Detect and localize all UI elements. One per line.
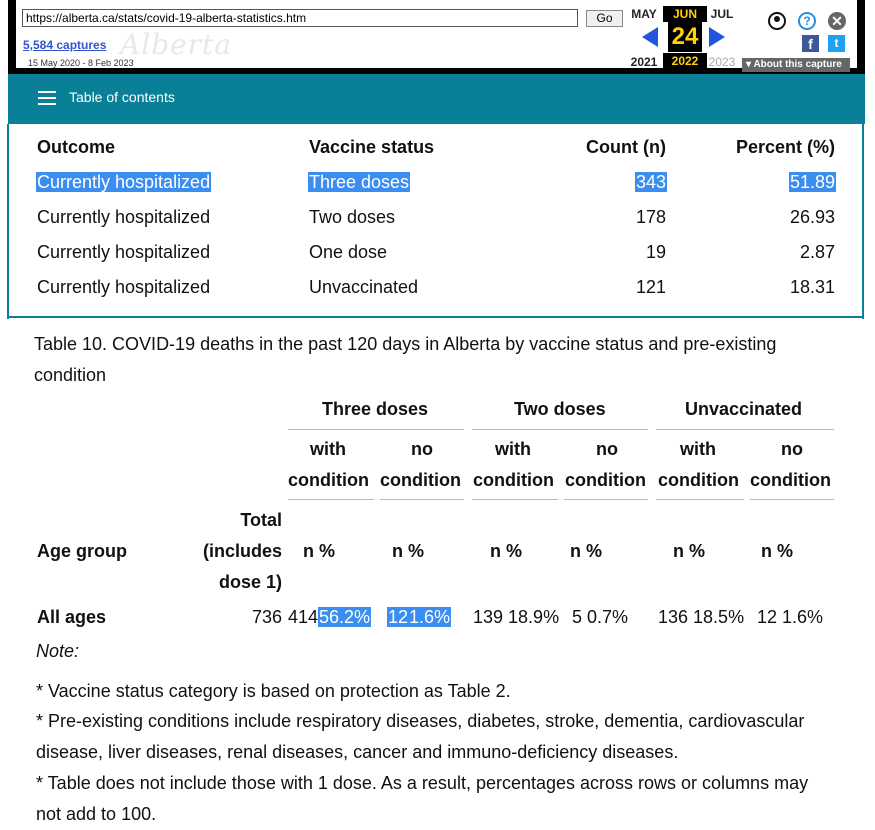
next-capture-arrow-icon[interactable] <box>709 27 725 47</box>
subheader-underline <box>288 499 374 500</box>
subheader-with: with <box>310 439 346 459</box>
about-capture-button[interactable]: ▾ About this capture <box>742 58 850 72</box>
col-header-age-group: Age group <box>37 541 127 561</box>
cell-count: 19 <box>645 242 666 262</box>
cell-three-with-pct: 56.2% <box>318 607 372 627</box>
group-underline <box>472 429 648 430</box>
subheader-underline <box>380 499 464 500</box>
subheader-no: no <box>411 439 433 459</box>
subheader-underline <box>750 499 834 500</box>
toolbar-border-right <box>857 0 865 80</box>
col-header-outcome: Outcome <box>37 137 116 157</box>
cell-vaccine-status: Three doses <box>308 172 411 192</box>
col-header-n-pct: n % <box>303 541 336 561</box>
toolbar-border-left <box>8 0 16 80</box>
cell-percent: 51.89 <box>788 172 836 192</box>
close-icon[interactable]: ✕ <box>828 12 846 30</box>
note-item: * Vaccine status category is based on pr… <box>36 681 511 701</box>
col-header-percent: Percent (%) <box>735 137 835 157</box>
subheader-no: no <box>781 439 803 459</box>
col-header-n-pct: n % <box>392 541 425 561</box>
note-label: Note: <box>36 641 80 661</box>
group-header-three-doses: Three doses <box>322 399 429 419</box>
user-icon[interactable] <box>768 12 786 30</box>
subheader-condition: condition <box>288 470 369 490</box>
cell-outcome: Currently hospitalized <box>36 172 212 192</box>
note-item: * Pre-existing conditions include respir… <box>36 711 805 762</box>
cell-percent: 26.93 <box>789 207 835 227</box>
next-year-label: 2023 <box>708 55 736 69</box>
twitter-icon[interactable]: t <box>828 35 845 52</box>
cell-vaccine-status: Two doses <box>309 207 396 227</box>
col-header-n-pct: n % <box>673 541 706 561</box>
list-icon <box>38 91 56 105</box>
alberta-watermark-logo: Alberta <box>120 28 232 61</box>
cell-two-with: 139 18.9% <box>473 607 560 627</box>
frame-divider <box>7 316 864 318</box>
cell-count: 343 <box>634 172 667 192</box>
group-header-unvaccinated: Unvaccinated <box>685 399 803 419</box>
note-item: * Table does not include those with 1 do… <box>36 773 809 824</box>
cell-unvax-no: 12 1.6% <box>757 607 824 627</box>
help-icon[interactable]: ? <box>798 12 816 30</box>
col-header-n-pct: n % <box>761 541 794 561</box>
about-capture-label: About this capture <box>753 59 842 70</box>
group-underline <box>288 429 464 430</box>
cell-total: 736 <box>251 607 282 627</box>
group-header-two-doses: Two doses <box>514 399 606 419</box>
cell-outcome: Currently hospitalized <box>37 207 211 227</box>
prev-capture-arrow-icon[interactable] <box>642 27 658 47</box>
subheader-no: no <box>596 439 618 459</box>
frame-border <box>7 124 9 319</box>
cell-count: 121 <box>635 277 666 297</box>
row-label-all-ages: All ages <box>37 607 107 627</box>
cell-outcome: Currently hospitalized <box>37 277 211 297</box>
wayback-url-input[interactable]: https://alberta.ca/stats/covid-19-albert… <box>22 9 578 27</box>
subheader-condition: condition <box>750 470 831 490</box>
subheader-condition: condition <box>565 470 646 490</box>
col-header-total: dose 1) <box>218 572 282 592</box>
prev-month-link[interactable]: MAY <box>622 7 666 21</box>
facebook-icon[interactable]: f <box>802 35 819 52</box>
cell-two-no: 5 0.7% <box>572 607 629 627</box>
capture-date-range: 15 May 2020 - 8 Feb 2023 <box>28 58 134 68</box>
subheader-condition: condition <box>473 470 554 490</box>
col-header-vaccine-status: Vaccine status <box>309 137 435 157</box>
col-header-n-pct: n % <box>490 541 523 561</box>
group-underline <box>656 429 834 430</box>
cell-outcome: Currently hospitalized <box>37 242 211 262</box>
cell-unvax-with: 136 18.5% <box>658 607 745 627</box>
toc-label: Table of contents <box>69 89 175 105</box>
next-month-label: JUL <box>710 7 734 21</box>
current-day: 24 <box>668 22 702 52</box>
col-header-total: (includes <box>202 541 282 561</box>
table-caption: Table 10. COVID-19 deaths in the past 12… <box>34 334 777 385</box>
col-header-n-pct: n % <box>570 541 603 561</box>
subheader-underline <box>564 499 648 500</box>
subheader-with: with <box>680 439 716 459</box>
frame-border <box>862 124 864 319</box>
cell-percent: 18.31 <box>789 277 835 297</box>
cell-count: 178 <box>635 207 666 227</box>
table-of-contents-bar[interactable]: Table of contents <box>8 74 865 124</box>
cell-three-no-n: 12 <box>387 607 410 627</box>
subheader-with: with <box>495 439 531 459</box>
cell-three-no-pct: 1.6% <box>408 607 452 627</box>
subheader-underline <box>472 499 558 500</box>
cell-three-with-n: 414 <box>288 607 319 627</box>
cell-percent: 2.87 <box>799 242 835 262</box>
cell-vaccine-status: Unvaccinated <box>309 277 419 297</box>
captures-link[interactable]: 5,584 captures <box>23 38 106 52</box>
subheader-underline <box>656 499 744 500</box>
col-header-total: Total <box>240 510 282 530</box>
prev-year-link[interactable]: 2021 <box>622 55 666 69</box>
cell-vaccine-status: One dose <box>309 242 388 262</box>
go-button[interactable]: Go <box>586 10 623 27</box>
col-header-count: Count (n) <box>586 137 666 157</box>
subheader-condition: condition <box>658 470 739 490</box>
subheader-condition: condition <box>380 470 461 490</box>
